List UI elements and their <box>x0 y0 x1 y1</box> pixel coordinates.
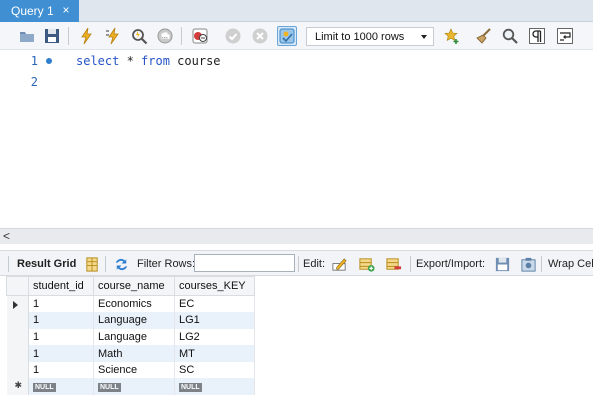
table-cell[interactable]: NULL <box>93 378 175 396</box>
column-header-courses-key[interactable]: courses_KEY <box>174 276 255 296</box>
code-line-1[interactable]: select * from course <box>76 54 221 68</box>
explain-magnifier-icon[interactable] <box>129 26 149 46</box>
table-cell[interactable]: 1 <box>28 345 94 362</box>
current-row-arrow-icon <box>12 301 18 309</box>
table-row[interactable]: 1 Economics EC <box>6 295 255 313</box>
commit-icon[interactable] <box>223 26 243 46</box>
word-wrap-icon[interactable] <box>555 26 575 46</box>
table-row[interactable]: 1 Language LG2 <box>6 328 255 346</box>
row-header-corner <box>6 276 29 296</box>
table-cell[interactable]: NULL <box>28 378 94 396</box>
table-row[interactable]: 1 Language LG1 <box>6 312 255 329</box>
sql-keyword: from <box>141 54 170 68</box>
find-magnifier-icon[interactable] <box>500 26 520 46</box>
close-icon[interactable]: × <box>59 3 73 17</box>
table-cell[interactable]: Language <box>93 328 175 346</box>
table-cell[interactable]: LG1 <box>174 312 255 329</box>
chevron-down-icon <box>421 35 427 39</box>
insert-row-icon[interactable] <box>357 255 375 273</box>
table-cell[interactable]: LG2 <box>174 328 255 346</box>
toggle-errors-icon[interactable] <box>190 26 210 46</box>
sql-operator: * <box>119 54 142 68</box>
add-snippet-star-icon[interactable] <box>442 26 462 46</box>
table-cell[interactable]: Science <box>93 361 175 379</box>
toolbar-separator <box>181 27 182 45</box>
null-badge: NULL <box>33 382 56 392</box>
grid-header-row: student_id course_name courses_KEY <box>6 276 255 296</box>
table-cell[interactable]: NULL <box>174 378 255 396</box>
tab-title: Query 1 <box>11 4 54 18</box>
row-header[interactable] <box>6 295 29 313</box>
table-cell[interactable]: 1 <box>28 328 94 346</box>
line-number: 1 <box>30 54 38 68</box>
table-cell[interactable]: 1 <box>28 361 94 379</box>
table-cell[interactable]: Economics <box>93 295 175 313</box>
table-cell[interactable]: MT <box>174 345 255 362</box>
null-badge: NULL <box>98 382 121 392</box>
table-cell[interactable]: EC <box>174 295 255 313</box>
tab-query-1[interactable]: Query 1 × <box>0 0 79 22</box>
sql-keyword: select <box>76 54 120 68</box>
filter-rows-label: Filter Rows: <box>137 258 196 270</box>
table-cell[interactable]: 1 <box>28 312 94 329</box>
toolbar-grip <box>8 256 9 272</box>
editor-horizontal-scrollbar[interactable]: < <box>0 228 593 244</box>
toolbar-separator <box>541 256 542 272</box>
table-cell[interactable]: SC <box>174 361 255 379</box>
editor-tab-bar: Query 1 × <box>0 0 593 22</box>
invisible-chars-pilcrow-icon[interactable] <box>527 26 547 46</box>
toolbar-separator <box>105 256 106 272</box>
import-icon[interactable] <box>519 255 537 273</box>
execute-lightning-icon[interactable] <box>77 26 97 46</box>
rollback-icon[interactable] <box>250 26 270 46</box>
filter-rows-input[interactable] <box>194 254 295 272</box>
edit-row-icon[interactable] <box>330 255 348 273</box>
table-row[interactable]: 1 Math MT <box>6 345 255 362</box>
row-header[interactable] <box>6 328 29 346</box>
column-header-student-id[interactable]: student_id <box>28 276 94 296</box>
refresh-icon[interactable] <box>112 255 130 273</box>
result-toolbar: Result Grid Filter Rows: Edit: Export/Im… <box>0 250 593 276</box>
column-header-course-name[interactable]: course_name <box>93 276 175 296</box>
limit-rows-select[interactable]: Limit to 1000 rows <box>306 27 434 46</box>
sql-editor-toolbar: Limit to 1000 rows <box>0 22 593 50</box>
delete-row-icon[interactable] <box>384 255 402 273</box>
table-cell[interactable]: 1 <box>28 295 94 313</box>
null-badge: NULL <box>179 382 202 392</box>
statement-marker-icon <box>46 58 52 64</box>
row-header[interactable] <box>6 361 29 379</box>
export-import-label: Export/Import: <box>416 258 486 270</box>
table-cell[interactable]: Math <box>93 345 175 362</box>
row-header[interactable]: ✱ <box>6 378 29 396</box>
beautify-broom-icon[interactable] <box>474 26 494 46</box>
grid-view-icon[interactable] <box>83 255 101 273</box>
sql-editor[interactable]: 1 select * from course 2 <box>0 51 593 227</box>
toolbar-separator <box>410 256 411 272</box>
new-row[interactable]: ✱ NULL NULL NULL <box>6 378 255 396</box>
stop-icon[interactable] <box>155 26 175 46</box>
export-icon[interactable] <box>493 255 511 273</box>
edit-label: Edit: <box>303 258 326 270</box>
row-header[interactable] <box>6 345 29 362</box>
line-number: 2 <box>30 75 38 89</box>
scroll-left-arrow-icon[interactable]: < <box>3 229 15 244</box>
sql-table-name: course <box>169 54 221 68</box>
row-header[interactable] <box>6 312 29 329</box>
table-row[interactable]: 1 Science SC <box>6 361 255 379</box>
execute-current-lightning-icon[interactable] <box>103 26 123 46</box>
save-icon[interactable] <box>42 26 62 46</box>
result-grid-button[interactable]: Result Grid <box>17 258 76 270</box>
toolbar-separator <box>68 27 69 45</box>
new-row-asterisk-icon: ✱ <box>14 380 23 391</box>
limit-rows-value: Limit to 1000 rows <box>315 30 405 43</box>
result-grid[interactable]: student_id course_name courses_KEY 1 Eco… <box>6 276 593 403</box>
autocommit-toggle-icon[interactable] <box>277 26 297 46</box>
toolbar-separator <box>298 256 299 272</box>
table-cell[interactable]: Language <box>93 312 175 329</box>
open-folder-icon[interactable] <box>17 26 37 46</box>
wrap-cell-content-label[interactable]: Wrap Cel <box>548 258 593 270</box>
